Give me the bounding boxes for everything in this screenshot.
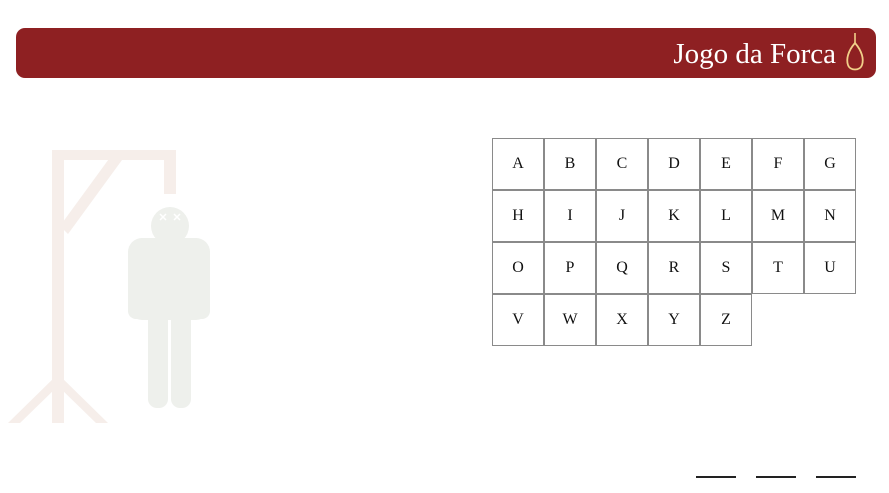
secret-word [696, 468, 856, 480]
hangman-figure [8, 150, 210, 423]
game-title: Jogo da Forca [673, 37, 836, 70]
key-y[interactable]: Y [648, 294, 700, 346]
noose-icon [844, 33, 866, 73]
hanged-figure [128, 207, 210, 408]
key-q[interactable]: Q [596, 242, 648, 294]
key-r[interactable]: R [648, 242, 700, 294]
key-k[interactable]: K [648, 190, 700, 242]
key-j[interactable]: J [596, 190, 648, 242]
key-i[interactable]: I [544, 190, 596, 242]
key-g[interactable]: G [804, 138, 856, 190]
key-z[interactable]: Z [700, 294, 752, 346]
key-l[interactable]: L [700, 190, 752, 242]
key-s[interactable]: S [700, 242, 752, 294]
key-o[interactable]: O [492, 242, 544, 294]
key-p[interactable]: P [544, 242, 596, 294]
key-x[interactable]: X [596, 294, 648, 346]
key-t[interactable]: T [752, 242, 804, 294]
key-c[interactable]: C [596, 138, 648, 190]
letter-slot [756, 476, 796, 478]
letter-slot [696, 476, 736, 478]
key-h[interactable]: H [492, 190, 544, 242]
key-a[interactable]: A [492, 138, 544, 190]
key-b[interactable]: B [544, 138, 596, 190]
letter-slot [816, 476, 856, 478]
key-d[interactable]: D [648, 138, 700, 190]
key-n[interactable]: N [804, 190, 856, 242]
hangman-drawing [0, 140, 230, 430]
key-f[interactable]: F [752, 138, 804, 190]
key-m[interactable]: M [752, 190, 804, 242]
key-w[interactable]: W [544, 294, 596, 346]
key-v[interactable]: V [492, 294, 544, 346]
game-header: Jogo da Forca [16, 28, 876, 78]
letter-keyboard: A B C D E F G H I J K L M N O P Q R S T … [492, 138, 856, 346]
key-u[interactable]: U [804, 242, 856, 294]
key-e[interactable]: E [700, 138, 752, 190]
